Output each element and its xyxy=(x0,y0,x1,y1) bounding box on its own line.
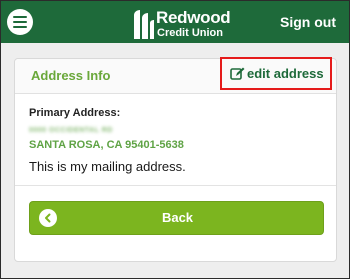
hamburger-menu-icon xyxy=(13,16,27,28)
primary-address-label: Primary Address: xyxy=(29,107,121,119)
edit-address-link[interactable]: edit address xyxy=(230,66,324,81)
app-frame: Redwood Credit Union Sign out Address In… xyxy=(0,0,350,279)
menu-button[interactable] xyxy=(7,9,33,35)
back-button[interactable]: Back xyxy=(29,201,324,235)
redwood-tree-icon xyxy=(134,10,154,39)
app-header: Redwood Credit Union Sign out xyxy=(1,1,349,43)
edit-address-label: edit address xyxy=(247,66,324,81)
back-button-label: Back xyxy=(161,210,194,225)
redwood-logo[interactable]: Redwood Credit Union xyxy=(130,6,240,40)
sign-out-link[interactable]: Sign out xyxy=(280,14,336,30)
card-divider xyxy=(15,185,336,186)
address-info-card: Address Info edit address Primary Addres… xyxy=(14,57,337,262)
card-title: Address Info xyxy=(31,68,111,83)
edit-pencil-icon xyxy=(230,67,245,80)
edit-address-highlight: edit address xyxy=(220,57,332,90)
logo-text-redwood: Redwood xyxy=(156,8,231,27)
card-header: Address Info edit address xyxy=(15,57,336,94)
city-state-zip: SANTA ROSA, CA 95401-5638 xyxy=(29,139,184,151)
logo-text-credit-union: Credit Union xyxy=(157,27,223,39)
mailing-address-note: This is my mailing address. xyxy=(29,159,186,174)
street-address-redacted: 0000 OCCIDENTAL RD xyxy=(29,127,113,134)
